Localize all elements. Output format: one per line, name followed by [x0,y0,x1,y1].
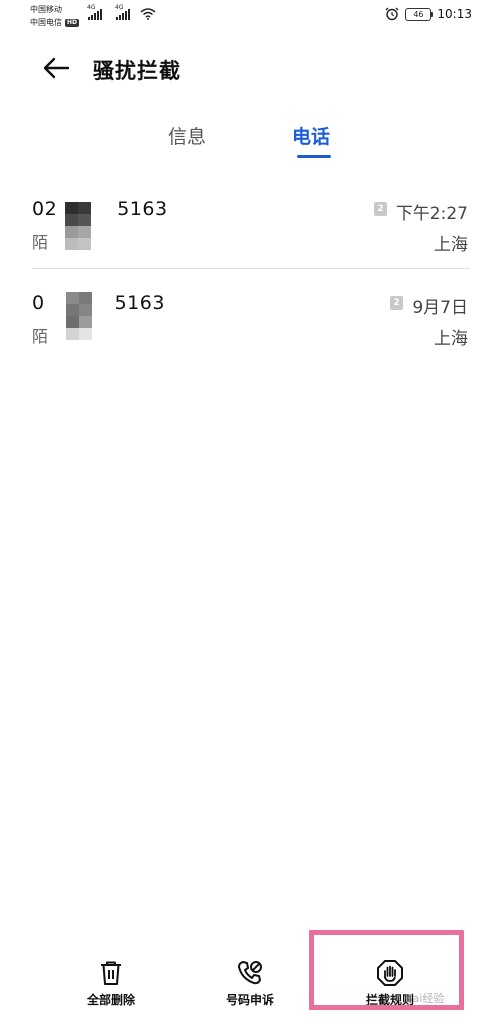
trash-icon [101,961,121,985]
wifi-icon [140,8,156,20]
page-title: 骚扰拦截 [93,59,181,83]
tab-messages[interactable]: 信息 [168,122,206,149]
number-suffix: 5163 [117,198,168,220]
privacy-mosaic [66,292,92,340]
call-number: 02 5163 [32,198,168,220]
network-type-1: 4G [87,4,96,11]
battery-icon: 46 [405,7,434,21]
call-number: 0 5163 [32,292,165,314]
alarm-clock-icon [385,7,399,21]
carrier-1: 中国移动 [30,5,62,14]
hd-badge: HD [65,18,80,27]
number-prefix: 02 [32,198,58,220]
status-bar: 中国移动 中国电信 HD 4G 4G 46 10:13 [0,0,500,32]
number-appeal-button[interactable]: 号码申诉 [200,955,300,1015]
sim-2-icon: 2 [374,202,387,216]
phone-appeal-icon [238,961,262,985]
privacy-mosaic [65,202,91,250]
signal-indicators: 4G 4G [87,4,156,20]
carrier-2: 中国电信 [30,18,62,27]
call-location: 上海 [434,329,468,349]
number-prefix: 0 [32,292,45,314]
signal-2-icon: 4G [115,4,130,20]
number-appeal-label: 号码申诉 [225,993,274,1007]
carrier-info: 中国移动 中国电信 HD [30,3,80,29]
delete-all-label: 全部删除 [86,993,135,1007]
harassment-block-screen: 中国移动 中国电信 HD 4G 4G 46 10:13 骚扰拦截 信息 电话 0… [0,0,500,1020]
network-type-2: 4G [115,4,124,11]
signal-1-icon: 4G [87,4,102,20]
status-time: 10:13 [437,7,472,21]
status-right: 46 10:13 [385,7,472,21]
arrow-left-icon [43,57,70,79]
delete-all-button[interactable]: 全部删除 [61,955,161,1015]
call-time: 下午2:27 [395,204,468,224]
call-time: 9月7日 [412,298,468,318]
number-suffix: 5163 [114,292,165,314]
watermark: Bai经验 [405,992,445,1005]
call-location: 上海 [434,235,468,255]
call-list-item[interactable]: 0 5163 陌 2 9月7日 上海 [0,290,500,362]
back-button[interactable] [38,52,74,84]
tab-bar: 信息 电话 [0,122,500,162]
app-header: 骚扰拦截 [0,46,500,90]
caller-label: 陌 [32,327,49,346]
battery-level: 46 [413,9,424,19]
call-list-item[interactable]: 02 5163 陌 2 下午2:27 上海 [0,196,500,268]
list-divider [32,268,470,269]
tab-calls[interactable]: 电话 [292,122,330,149]
tab-indicator [297,155,331,158]
sim-2-icon: 2 [390,296,403,310]
caller-label: 陌 [32,233,49,252]
